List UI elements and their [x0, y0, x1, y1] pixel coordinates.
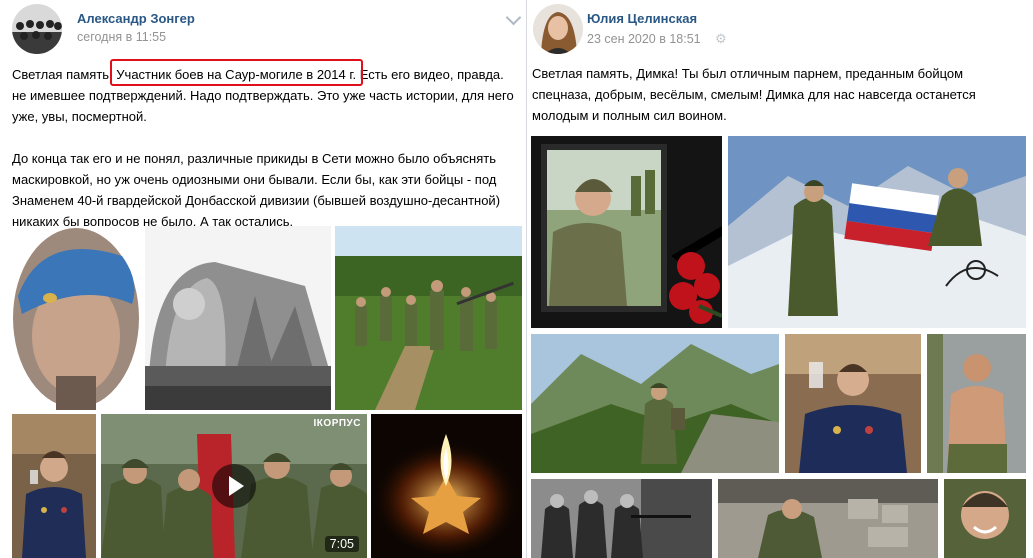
gear-icon[interactable]: ⚙: [715, 31, 727, 47]
post-text-intro-end: Есть его видео, правда.: [356, 67, 504, 82]
post-date[interactable]: 23 сен 2020 в 18:51: [587, 32, 701, 46]
author-name-link[interactable]: Александр Зонгер: [77, 11, 195, 26]
photo-bw-soldiers[interactable]: [531, 479, 712, 558]
author-avatar[interactable]: [12, 4, 62, 54]
photo-soldier-ruins[interactable]: [718, 479, 938, 558]
post-text-body: не имевшее подтверждений. Надо подтвержд…: [12, 88, 514, 229]
chevron-down-icon[interactable]: [505, 9, 522, 26]
author-avatar[interactable]: [533, 4, 583, 54]
photo-memorial-candle[interactable]: [371, 414, 522, 558]
post-text: Светлая память, Димка! Ты был отличным п…: [532, 66, 976, 123]
author-name-link[interactable]: Юлия Целинская: [587, 11, 697, 26]
post-left: Александр Зонгер сегодня в 11:55 Светлая…: [0, 0, 526, 558]
post-date[interactable]: сегодня в 11:55: [77, 30, 166, 44]
video-flag-ceremony[interactable]: IКОРПУС 7:05: [101, 414, 367, 558]
photo-fighters-march[interactable]: [335, 226, 522, 410]
post-text: Светлая память. Участник боев на Саур-мо…: [12, 64, 524, 232]
photo-dress-uniform[interactable]: [12, 414, 96, 558]
video-watermark: IКОРПУС: [313, 418, 361, 429]
post-right: Юлия Целинская 23 сен 2020 в 18:51 ⚙ Све…: [526, 0, 1033, 558]
photo-saur-mogila-monument[interactable]: [145, 226, 331, 410]
photo-portrait-beret[interactable]: [12, 226, 141, 410]
photo-mountain-flag[interactable]: [728, 136, 1026, 328]
post-text-highlighted: Участник боев на Саур-могиле в 2014 г.: [116, 67, 357, 82]
photo-framed-portrait[interactable]: [531, 136, 722, 328]
photo-dress-uniform-toast[interactable]: [785, 334, 921, 473]
photo-soldier-bare-torso[interactable]: [927, 334, 1026, 473]
video-duration: 7:05: [324, 536, 359, 552]
photo-smiling-portrait[interactable]: [944, 479, 1026, 558]
photo-soldier-mountains[interactable]: [531, 334, 779, 473]
post-text-intro: Светлая память.: [12, 67, 117, 82]
play-icon[interactable]: [212, 464, 256, 508]
